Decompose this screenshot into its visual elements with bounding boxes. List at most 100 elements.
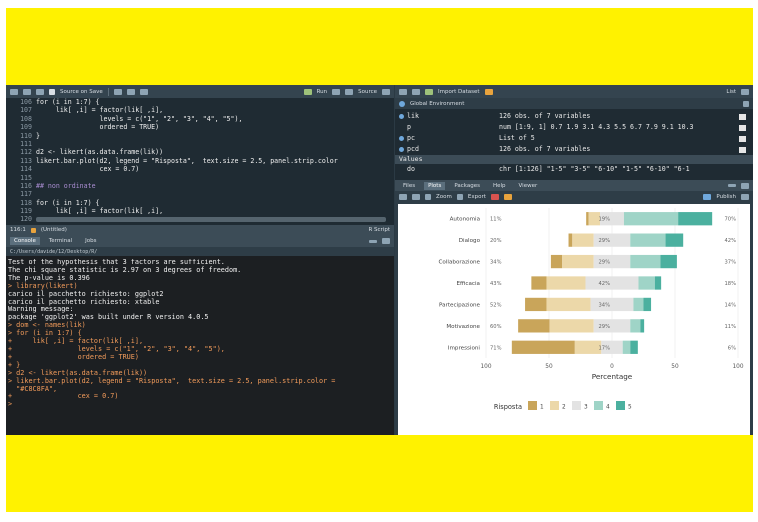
view-table-icon[interactable] <box>739 136 746 142</box>
code-line[interactable]: 115 <box>6 174 394 182</box>
expand-dataset-icon[interactable] <box>399 136 404 141</box>
import-dataset-button[interactable]: Import Dataset <box>438 89 480 95</box>
code-line[interactable]: 112 d2 <- likert(as.data.frame(lik)) <box>6 148 394 156</box>
previous-plot-icon[interactable] <box>399 194 407 200</box>
category-label: Autonomia <box>450 217 480 223</box>
source-on-save-checkbox[interactable] <box>49 88 55 95</box>
left-percent-label: 34% <box>490 260 502 266</box>
tab-jobs[interactable]: Jobs <box>81 237 100 245</box>
tab-packages[interactable]: Packages <box>450 182 484 190</box>
legend-swatch-5 <box>616 401 625 410</box>
run-button[interactable]: Run <box>317 89 328 95</box>
code-line[interactable]: 118 for (i in 1:7) { <box>6 199 394 207</box>
tab-plots[interactable]: Plots <box>424 181 446 190</box>
environment-row[interactable]: do chr [1:126] "1-5" "3-5" "6-10" "1-5" "… <box>395 164 753 175</box>
zoom-icon[interactable] <box>425 194 431 200</box>
code-line[interactable]: 106 for (i in 1:7) { <box>6 98 394 106</box>
code-line[interactable]: 117 <box>6 190 394 198</box>
line-number: 119 <box>20 207 32 216</box>
maximize-icon[interactable] <box>741 182 749 189</box>
expand-dataset-icon[interactable] <box>399 147 404 152</box>
rerun-icon[interactable] <box>332 88 341 95</box>
publish-icon[interactable] <box>703 194 712 200</box>
line-number: 114 <box>20 165 32 174</box>
file-type-label[interactable]: R Script <box>368 227 390 233</box>
line-number: 112 <box>20 148 32 157</box>
variable-value: chr [1:126] "1-5" "3-5" "6-10" "1-5" "6-… <box>499 165 690 173</box>
search-icon[interactable] <box>113 88 122 95</box>
expand-dataset-icon[interactable] <box>399 114 404 119</box>
legend-label: 2 <box>562 405 566 411</box>
variable-name: pcd <box>407 145 419 153</box>
forward-arrow-icon[interactable] <box>23 88 31 95</box>
code-line[interactable]: 116 ## non ordinate <box>6 182 394 190</box>
source-on-save-label[interactable]: Source on Save <box>60 89 103 95</box>
bar-segment-efficacia-3 <box>585 276 639 290</box>
code-line[interactable]: 109 ordered = TRUE) <box>6 123 394 131</box>
run-icon[interactable] <box>303 88 312 95</box>
refresh-icon[interactable] <box>741 88 749 95</box>
environment-toolbar: Import Dataset List <box>395 85 753 98</box>
code-line[interactable]: 108 levels = c("1", "2", "3", "4", "5"), <box>6 115 394 123</box>
center-percent-label: 34% <box>598 302 610 308</box>
code-line[interactable]: 119 lik[ ,i] = factor(lik[ ,i], <box>6 207 394 215</box>
legend-label: 3 <box>584 405 588 411</box>
tab-help[interactable]: Help <box>489 182 510 190</box>
working-directory-text[interactable]: C:/Users/davide/12/Desktop/R/ <box>10 249 97 255</box>
list-view-dropdown[interactable]: List <box>726 89 736 95</box>
tab-terminal[interactable]: Terminal <box>45 237 76 245</box>
zoom-button[interactable]: Zoom <box>436 194 452 200</box>
remove-plot-icon[interactable] <box>490 194 499 200</box>
variable-value: 126 obs. of 7 variables <box>499 145 591 153</box>
bar-segment-collaborazione-2 <box>562 254 594 269</box>
code-area[interactable]: 106 for (i in 1:7) {107 lik[ ,i] = factor… <box>6 98 394 225</box>
line-number: 110 <box>20 131 32 140</box>
maximize-icon[interactable] <box>382 238 390 244</box>
variable-value: List of 5 <box>499 134 535 142</box>
plots-toolbar: Zoom Export Publish <box>395 191 753 203</box>
source-button[interactable]: Source <box>358 89 377 95</box>
open-icon[interactable] <box>399 88 407 95</box>
environment-row[interactable]: lik 126 obs. of 7 variables <box>395 111 753 122</box>
code-line[interactable]: 110} <box>6 132 394 140</box>
wand-icon[interactable] <box>126 88 135 95</box>
save-workspace-icon[interactable] <box>412 88 420 95</box>
code-line[interactable]: 113 likert.bar.plot(d2, legend = "Rispost… <box>6 157 394 165</box>
minimize-icon[interactable] <box>369 239 377 243</box>
tab-files[interactable]: Files <box>399 182 419 190</box>
refresh-plot-icon[interactable] <box>741 194 749 200</box>
code-line[interactable]: 114 cex = 0.7) <box>6 165 394 173</box>
environment-row[interactable]: pcd 126 obs. of 7 variables <box>395 144 753 155</box>
bar-segment-impressioni-5 <box>630 340 638 354</box>
code-line[interactable]: 107 lik[ ,i] = factor(lik[ ,i], <box>6 106 394 114</box>
environment-row[interactable]: p num [1:9, 1] 0.7 1.9 3.1 4.3 5.5 6.7 7.… <box>395 122 753 133</box>
outline-icon[interactable] <box>382 88 390 95</box>
publish-button[interactable]: Publish <box>716 194 736 200</box>
right-percent-label: 42% <box>724 238 736 244</box>
bar-segment-impressioni-1 <box>511 340 575 354</box>
view-table-icon[interactable] <box>739 114 746 120</box>
export-button[interactable]: Export <box>468 194 486 200</box>
tab-console[interactable]: Console <box>10 237 40 245</box>
editor-horizontal-scrollbar[interactable] <box>36 217 386 222</box>
next-plot-icon[interactable] <box>412 194 420 200</box>
view-table-icon[interactable] <box>739 147 746 153</box>
import-icon[interactable] <box>425 88 433 95</box>
back-arrow-icon[interactable] <box>10 88 18 95</box>
source-icon[interactable] <box>345 88 354 95</box>
tab-viewer[interactable]: Viewer <box>515 182 542 190</box>
clear-plots-icon[interactable] <box>503 194 512 200</box>
compile-report-icon[interactable] <box>139 88 148 95</box>
broom-icon[interactable] <box>484 88 493 95</box>
environment-row[interactable]: pc List of 5 <box>395 133 753 144</box>
console-output[interactable]: Test of the hypothesis that 3 factors ar… <box>8 259 392 433</box>
x-tick-label: 50 <box>545 364 553 370</box>
code-line[interactable]: 111 <box>6 140 394 148</box>
minimize-icon[interactable] <box>728 184 736 187</box>
scope-label[interactable]: (Untitled) <box>41 227 67 233</box>
global-environment-dropdown[interactable]: Global Environment <box>410 101 464 107</box>
save-icon[interactable] <box>36 88 44 95</box>
export-icon[interactable] <box>456 194 463 200</box>
view-table-icon[interactable] <box>739 125 746 131</box>
env-search-icon[interactable] <box>743 100 749 107</box>
